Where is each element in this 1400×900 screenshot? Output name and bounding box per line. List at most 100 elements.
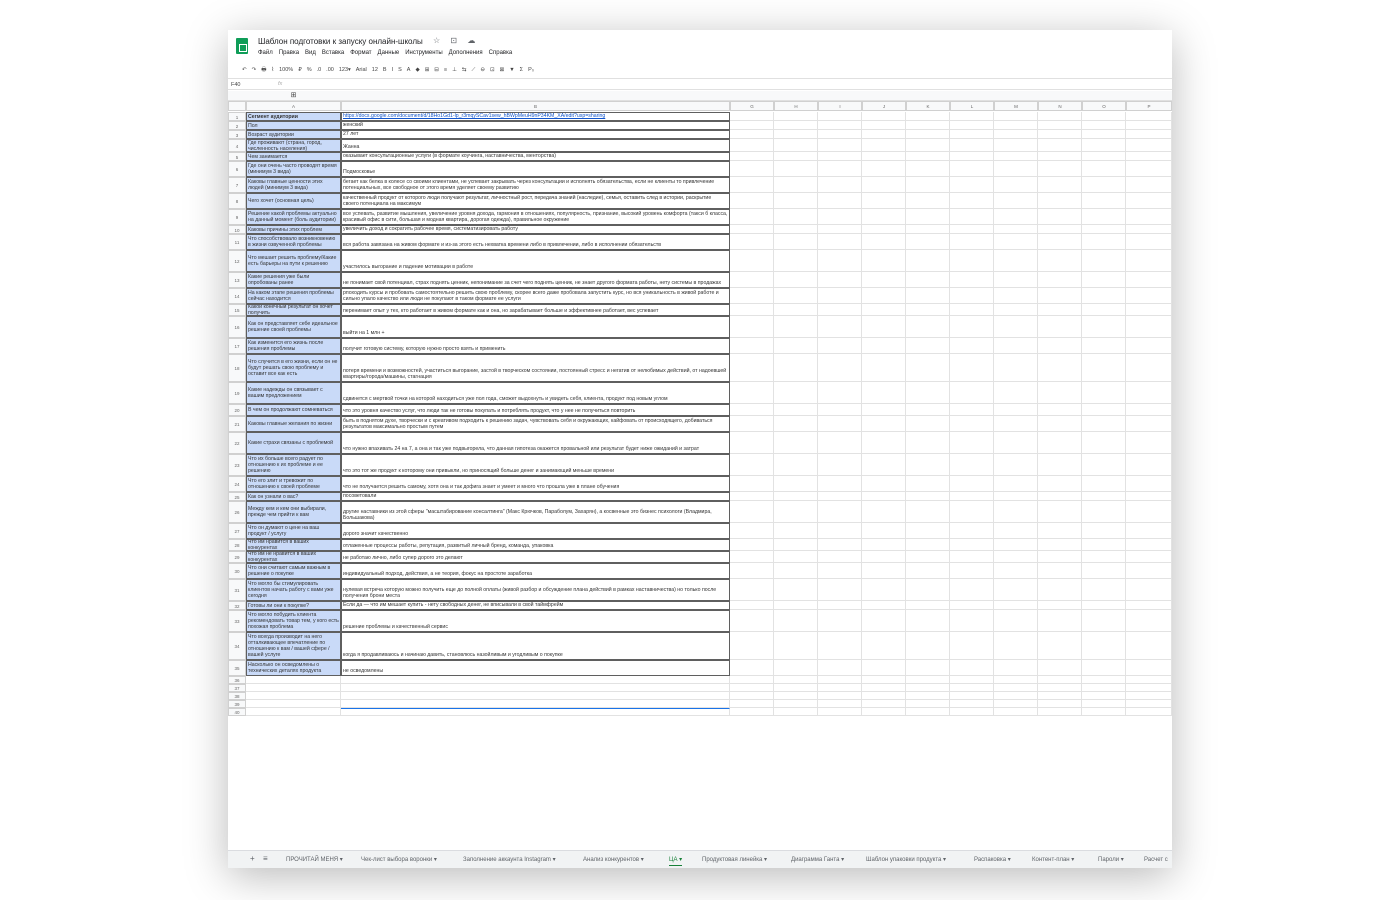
empty-cell[interactable]: [1082, 250, 1126, 272]
row-header[interactable]: 1: [228, 112, 246, 121]
empty-cell[interactable]: [774, 152, 818, 161]
column-header[interactable]: G: [730, 101, 774, 111]
empty-cell[interactable]: [994, 288, 1038, 304]
empty-cell[interactable]: [1126, 225, 1172, 234]
add-sheet-icon[interactable]: +: [250, 854, 255, 863]
empty-cell[interactable]: [1126, 454, 1172, 476]
empty-cell[interactable]: [1126, 700, 1172, 708]
empty-cell[interactable]: [818, 601, 862, 610]
empty-cell[interactable]: [1038, 523, 1082, 539]
all-sheets-icon[interactable]: ≡: [263, 854, 268, 863]
empty-cell[interactable]: [1126, 579, 1172, 601]
row-header[interactable]: 9: [228, 209, 246, 225]
empty-cell[interactable]: [950, 161, 994, 177]
empty-cell[interactable]: [994, 579, 1038, 601]
empty-cell[interactable]: [906, 354, 950, 382]
empty-cell[interactable]: [950, 416, 994, 432]
empty-cell[interactable]: [1082, 579, 1126, 601]
question-cell[interactable]: Где проживают (страна, город, численност…: [246, 139, 341, 152]
answer-cell[interactable]: качественный продукт от которого люди по…: [341, 193, 730, 209]
empty-cell[interactable]: [1082, 676, 1126, 684]
sheet-tab[interactable]: Распаковка ▾: [974, 855, 1011, 865]
empty-cell[interactable]: [862, 177, 906, 193]
empty-cell[interactable]: [862, 684, 906, 692]
empty-cell[interactable]: [906, 130, 950, 139]
empty-cell[interactable]: [950, 234, 994, 250]
menu-item[interactable]: Файл: [258, 50, 273, 56]
empty-cell[interactable]: [862, 304, 906, 316]
empty-cell[interactable]: [1038, 684, 1082, 692]
empty-cell[interactable]: [862, 416, 906, 432]
menu-item[interactable]: Инструменты: [405, 50, 442, 56]
row-header[interactable]: 38: [228, 692, 246, 700]
empty-cell[interactable]: [950, 476, 994, 492]
answer-cell[interactable]: дорого значит качественно: [341, 523, 730, 539]
empty-cell[interactable]: [950, 632, 994, 660]
empty-cell[interactable]: [1126, 338, 1172, 354]
toolbar-button[interactable]: Arial: [356, 63, 367, 77]
empty-cell[interactable]: [818, 161, 862, 177]
empty-cell[interactable]: [950, 676, 994, 684]
empty-cell[interactable]: [774, 304, 818, 316]
row-header[interactable]: 27: [228, 523, 246, 539]
answer-cell[interactable]: Если да — что им мешает купить - нету св…: [341, 601, 730, 610]
document-title[interactable]: Шаблон подготовки к запуску онлайн-школы: [258, 37, 423, 46]
question-cell[interactable]: Какие надежды он связывает с вашим предл…: [246, 382, 341, 404]
empty-cell[interactable]: [730, 454, 774, 476]
empty-cell[interactable]: [906, 551, 950, 563]
empty-cell[interactable]: [818, 632, 862, 660]
menu-item[interactable]: Формат: [350, 50, 371, 56]
empty-cell[interactable]: [1126, 121, 1172, 130]
question-cell[interactable]: Пол: [246, 121, 341, 130]
empty-cell[interactable]: [1126, 250, 1172, 272]
empty-cell[interactable]: [774, 130, 818, 139]
answer-cell[interactable]: нулевая встреча которую можно получить е…: [341, 579, 730, 601]
empty-cell[interactable]: [730, 501, 774, 523]
toolbar-button[interactable]: ⌇: [271, 63, 274, 77]
empty-cell[interactable]: [1082, 700, 1126, 708]
empty-cell[interactable]: [730, 476, 774, 492]
empty-cell[interactable]: [818, 225, 862, 234]
empty-cell[interactable]: [730, 139, 774, 152]
empty-cell[interactable]: [950, 272, 994, 288]
question-cell[interactable]: Что они считают самым важным в решение о…: [246, 563, 341, 579]
toolbar-button[interactable]: Σ: [520, 63, 523, 77]
answer-cell[interactable]: посоветовали: [341, 492, 730, 501]
empty-cell[interactable]: [774, 316, 818, 338]
empty-cell[interactable]: [862, 708, 906, 716]
empty-cell[interactable]: [950, 152, 994, 161]
empty-cell[interactable]: [730, 660, 774, 676]
empty-cell[interactable]: [1038, 610, 1082, 632]
empty-cell[interactable]: [730, 551, 774, 563]
toolbar-button[interactable]: ⇆: [462, 63, 467, 77]
empty-cell[interactable]: [906, 416, 950, 432]
empty-cell[interactable]: [1082, 121, 1126, 130]
empty-cell[interactable]: [246, 692, 341, 700]
empty-cell[interactable]: [950, 193, 994, 209]
column-header[interactable]: O: [1082, 101, 1126, 111]
empty-cell[interactable]: [818, 130, 862, 139]
empty-cell[interactable]: [1038, 382, 1082, 404]
toolbar-button[interactable]: S: [398, 63, 402, 77]
row-header[interactable]: 37: [228, 684, 246, 692]
empty-cell[interactable]: [994, 272, 1038, 288]
row-header[interactable]: 7: [228, 177, 246, 193]
answer-cell[interactable]: сдвинется с мертвой точки на которой нах…: [341, 382, 730, 404]
empty-cell[interactable]: [994, 316, 1038, 338]
empty-cell[interactable]: [818, 551, 862, 563]
question-cell[interactable]: Чего хочет (основная цель): [246, 193, 341, 209]
empty-cell[interactable]: [730, 632, 774, 660]
toolbar-button[interactable]: ⊞: [425, 63, 430, 77]
empty-cell[interactable]: [1038, 539, 1082, 551]
question-cell[interactable]: Как изменится его жизнь после решения пр…: [246, 338, 341, 354]
row-header[interactable]: 15: [228, 304, 246, 316]
empty-cell[interactable]: [246, 700, 341, 708]
empty-cell[interactable]: [1038, 416, 1082, 432]
row-header[interactable]: 10: [228, 225, 246, 234]
empty-cell[interactable]: [818, 476, 862, 492]
toolbar-button[interactable]: .0: [317, 63, 322, 77]
empty-cell[interactable]: [1126, 601, 1172, 610]
column-header[interactable]: K: [906, 101, 950, 111]
empty-cell[interactable]: [818, 692, 862, 700]
empty-cell[interactable]: [994, 354, 1038, 382]
